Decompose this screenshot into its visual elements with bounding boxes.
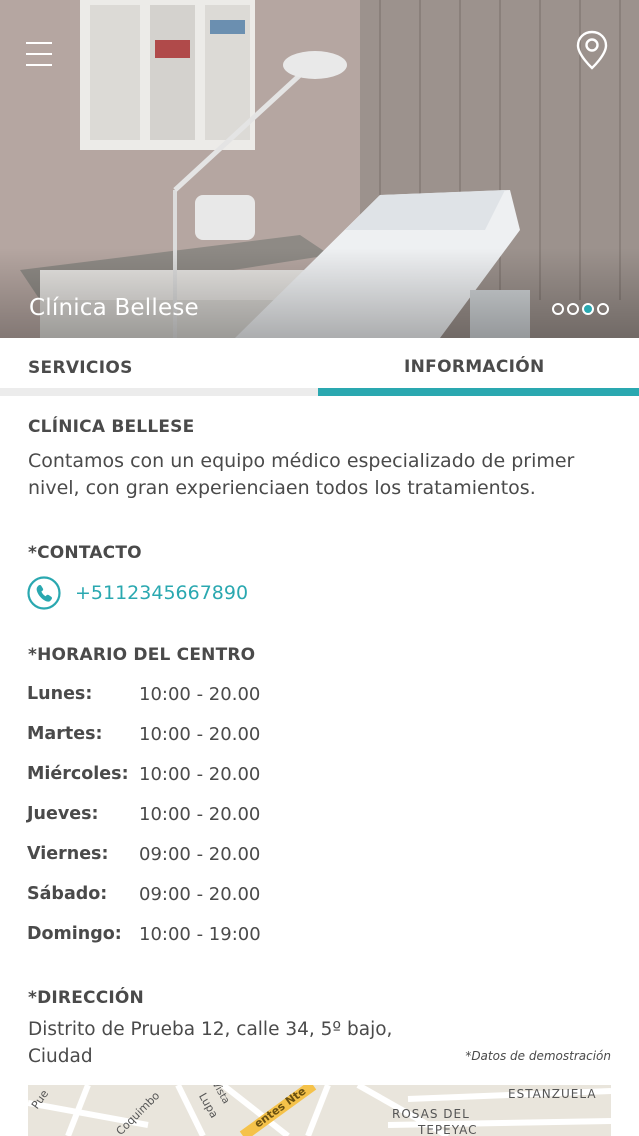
hours-day: Martes: — [27, 724, 103, 744]
hours-time: 09:00 - 20.00 — [139, 884, 261, 905]
map-pin-icon[interactable] — [574, 30, 610, 70]
map-label: ROSAS DEL — [392, 1107, 470, 1121]
contact-heading: *CONTACTO — [28, 543, 142, 563]
map-label: ESTANZUELA — [508, 1087, 597, 1101]
hours-time: 10:00 - 20.00 — [139, 724, 261, 745]
tab-informacion[interactable]: INFORMACIÓN — [318, 338, 639, 396]
hours-day: Sábado: — [27, 884, 108, 904]
hero-gradient-overlay — [0, 248, 639, 338]
clinic-description: Contamos con un equipo médico especializ… — [28, 450, 575, 499]
location-map[interactable]: Pue Coquimbo Lupa Vista entes Nte ROSAS … — [28, 1085, 611, 1136]
carousel-dot[interactable] — [597, 303, 609, 315]
hours-day: Jueves: — [27, 804, 99, 824]
phone-icon — [27, 576, 61, 610]
hours-time: 10:00 - 20.00 — [139, 764, 261, 785]
phone-number: +5112345667890 — [75, 582, 249, 604]
clinic-heading: CLÍNICA BELLESE — [28, 417, 195, 437]
hours-day: Viernes: — [27, 844, 109, 864]
tab-indicator — [0, 388, 318, 396]
hours-day: Domingo: — [27, 924, 122, 944]
carousel-indicator — [552, 303, 609, 315]
tab-servicios[interactable]: SERVICIOS — [0, 338, 318, 396]
demo-note: *Datos de demostración — [465, 1049, 611, 1063]
hero-banner: Clínica Bellese — [0, 0, 639, 338]
hero-title: Clínica Bellese — [29, 295, 199, 321]
hours-time: 10:00 - 20.00 — [139, 684, 261, 705]
hamburger-menu-icon[interactable] — [26, 42, 52, 72]
address-heading: *DIRECCIÓN — [28, 988, 144, 1008]
hours-time: 10:00 - 20.00 — [139, 804, 261, 825]
tab-indicator-active — [318, 388, 639, 396]
hours-day: Miércoles: — [27, 764, 129, 784]
tab-bar: SERVICIOS INFORMACIÓN — [0, 338, 639, 396]
hours-time: 09:00 - 20.00 — [139, 844, 261, 865]
carousel-dot[interactable] — [552, 303, 564, 315]
hours-heading: *HORARIO DEL CENTRO — [28, 645, 256, 665]
carousel-dot[interactable] — [567, 303, 579, 315]
tab-label: INFORMACIÓN — [404, 357, 545, 377]
address-text: Distrito de Prueba 12, calle 34, 5º bajo… — [28, 1019, 393, 1067]
phone-link[interactable]: +5112345667890 — [27, 575, 248, 611]
carousel-dot-active[interactable] — [582, 303, 594, 315]
hours-time: 10:00 - 19:00 — [139, 924, 261, 945]
tab-label: SERVICIOS — [28, 358, 133, 378]
hours-day: Lunes: — [27, 684, 93, 704]
map-label: TEPEYAC — [418, 1123, 478, 1136]
